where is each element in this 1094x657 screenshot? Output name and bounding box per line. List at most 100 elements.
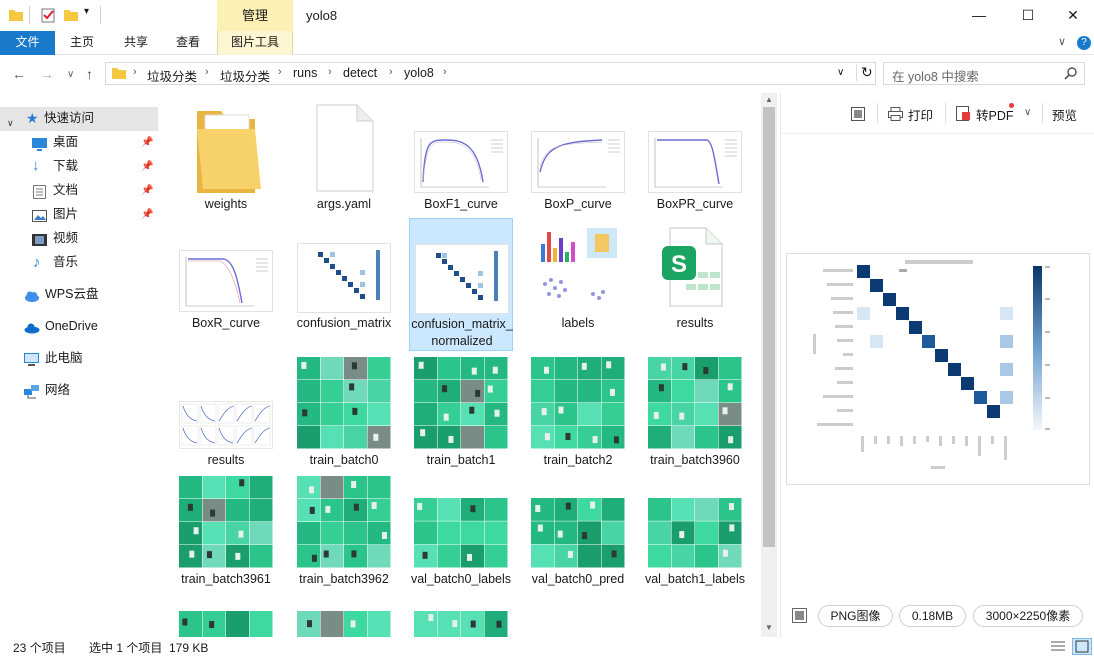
file-item[interactable]: BoxPR_curve (643, 99, 747, 219)
tab-picture-tools[interactable]: 图片工具 (217, 31, 293, 55)
file-item[interactable] (174, 611, 278, 637)
folder-icon[interactable] (8, 7, 24, 23)
scroll-up-icon[interactable]: ▲ (765, 95, 773, 104)
file-item[interactable] (409, 611, 513, 637)
tab-file[interactable]: 文件 (0, 31, 55, 55)
breadcrumb-item[interactable]: yolo8 (404, 66, 434, 80)
file-item[interactable]: results (174, 355, 278, 467)
pin-icon[interactable]: 📌 (141, 203, 153, 226)
breadcrumb-item[interactable]: detect (343, 66, 377, 80)
tab-home[interactable]: 主页 (58, 31, 106, 55)
forward-button[interactable]: → (40, 66, 54, 82)
breadcrumb-item[interactable]: runs (293, 66, 317, 80)
download-icon: ↓ (32, 157, 40, 174)
collapse-ribbon-icon[interactable]: ∨ (1058, 35, 1066, 48)
preview-button[interactable]: 预览 (1052, 105, 1077, 124)
recent-locations-icon[interactable]: ∨ (67, 69, 74, 80)
batch-thumbnail (179, 476, 273, 568)
nav-item-desktop[interactable]: 桌面 📌 (0, 131, 158, 155)
manage-tab[interactable]: 管理 (217, 0, 293, 31)
file-item[interactable]: train_batch3960 (643, 355, 747, 467)
search-input[interactable]: 在 yolo8 中搜索 (883, 62, 1085, 85)
nav-item-downloads[interactable]: ↓ 下载 📌 (0, 155, 158, 179)
breadcrumb-item[interactable]: 垃圾分类 (147, 66, 197, 85)
file-item[interactable]: val_batch0_pred (526, 474, 630, 604)
file-item[interactable]: train_batch1 (409, 355, 513, 467)
file-item[interactable]: BoxR_curve (174, 218, 278, 346)
minimize-button[interactable]: — (956, 0, 1002, 31)
nav-item-videos[interactable]: 视频 (0, 227, 158, 251)
pin-icon[interactable]: 📌 (141, 155, 153, 178)
vertical-scrollbar[interactable]: ▲ ▼ (761, 93, 777, 637)
nav-item-this-pc[interactable]: 此电脑 (0, 347, 158, 371)
maximize-button[interactable]: ☐ (1005, 0, 1051, 31)
pin-icon[interactable]: 📌 (141, 131, 153, 154)
breadcrumb-separator[interactable]: › (443, 66, 447, 78)
breadcrumb-separator[interactable]: › (389, 66, 393, 78)
customize-qa-icon[interactable]: ▾ (84, 6, 89, 17)
file-name: val_batch0_pred (531, 572, 625, 586)
details-view-icon[interactable] (1051, 640, 1065, 656)
breadcrumb-item[interactable]: 垃圾分类 (220, 66, 270, 85)
convert-pdf-button[interactable]: 转PDF (976, 105, 1014, 124)
breadcrumb-separator[interactable]: › (328, 66, 332, 78)
back-button[interactable]: ← (12, 66, 26, 82)
file-item[interactable]: train_batch3962 (292, 474, 396, 586)
breadcrumb-separator[interactable]: › (278, 66, 282, 78)
refresh-icon[interactable]: ↻ (856, 64, 873, 81)
divider (29, 6, 30, 24)
address-bar[interactable]: › 垃圾分类 › 垃圾分类 › runs › detect › yolo8 › … (105, 62, 876, 85)
sidebar-toggle-icon[interactable] (851, 107, 865, 124)
help-icon[interactable]: ? (1077, 36, 1091, 50)
file-name: val_batch0_labels (410, 572, 512, 586)
scroll-down-icon[interactable]: ▼ (765, 623, 773, 632)
large-icons-view-icon[interactable] (1072, 638, 1092, 655)
print-icon[interactable] (888, 107, 903, 124)
tab-view[interactable]: 查看 (164, 31, 212, 55)
computer-icon (24, 352, 39, 366)
nav-item-onedrive[interactable]: OneDrive (0, 315, 158, 339)
file-item[interactable]: BoxF1_curve (409, 99, 513, 219)
file-item[interactable]: args.yaml (292, 99, 396, 219)
properties-icon[interactable] (40, 7, 56, 23)
new-folder-icon[interactable] (63, 7, 79, 23)
nav-label: 图片 (53, 207, 79, 221)
file-item[interactable]: BoxP_curve (526, 99, 630, 219)
search-icon[interactable] (1064, 66, 1078, 83)
file-item[interactable]: val_batch0_labels (409, 474, 513, 604)
address-dropdown-icon[interactable]: ∨ (837, 67, 844, 78)
details-icon[interactable] (792, 608, 807, 626)
batch-thumbnail (414, 498, 508, 568)
cloud-icon (24, 288, 39, 302)
nav-item-network[interactable]: 网络 (0, 379, 158, 403)
curve-thumbnail (179, 250, 273, 312)
file-item[interactable]: val_batch1_labels (643, 474, 747, 604)
chevron-down-icon[interactable]: ∨ (1024, 107, 1031, 118)
file-item[interactable]: train_batch0 (292, 355, 396, 467)
file-item-folder[interactable]: weights (174, 99, 278, 219)
pin-icon[interactable]: 📌 (141, 179, 153, 202)
scrollbar-thumb[interactable] (763, 107, 775, 547)
nav-item-music[interactable]: ♪ 音乐 (0, 251, 158, 275)
pdf-icon[interactable] (956, 106, 971, 124)
print-button[interactable]: 打印 (908, 105, 933, 124)
file-item[interactable]: labels (526, 218, 630, 346)
close-button[interactable]: ✕ (1050, 0, 1094, 31)
file-item[interactable] (292, 611, 396, 637)
tab-share[interactable]: 共享 (112, 31, 160, 55)
up-button[interactable]: ↑ (86, 66, 93, 82)
file-item[interactable]: confusion_matrix (292, 218, 396, 346)
file-item[interactable]: S results (643, 218, 747, 346)
nav-item-pictures[interactable]: 图片 📌 (0, 203, 158, 227)
file-item[interactable]: train_batch3961 (174, 474, 278, 586)
nav-item-documents[interactable]: 文档 📌 (0, 179, 158, 203)
nav-item-quick-access[interactable]: ∨ ★ 快速访问 (0, 107, 158, 131)
file-item[interactable]: train_batch2 (526, 355, 630, 467)
file-name: BoxF1_curve (424, 197, 498, 211)
breadcrumb-separator[interactable]: › (133, 66, 137, 78)
nav-item-wps-cloud[interactable]: WPS云盘 (0, 283, 158, 307)
spreadsheet-icon: S (648, 222, 742, 312)
breadcrumb-separator[interactable]: › (205, 66, 209, 78)
batch-thumbnail (179, 611, 273, 637)
file-item-selected[interactable]: confusion_matrix_normalized (409, 218, 513, 351)
